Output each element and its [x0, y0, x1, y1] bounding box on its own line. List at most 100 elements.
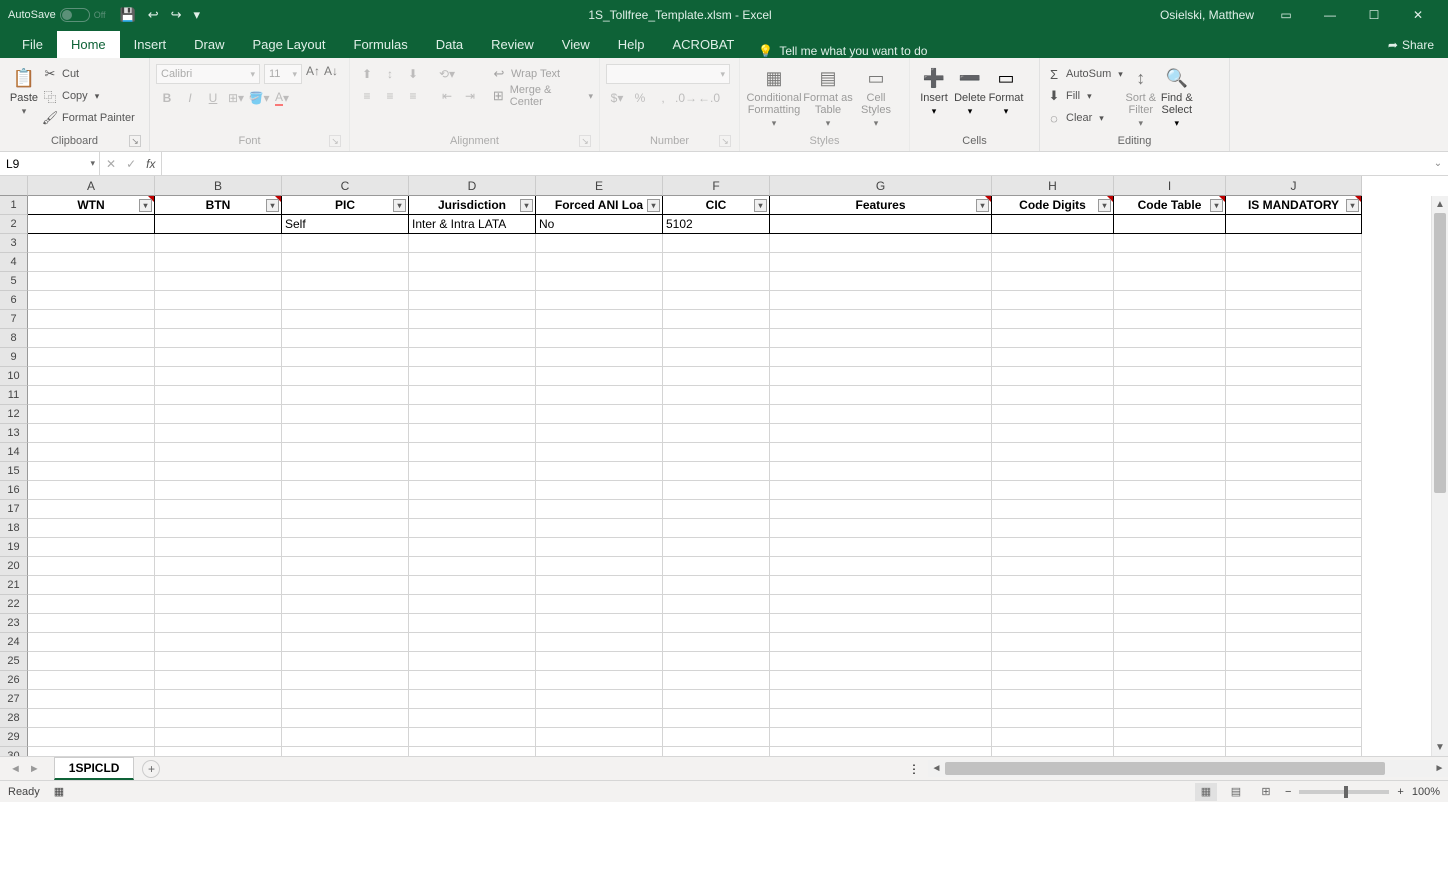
cell-F17[interactable] — [663, 500, 770, 519]
fill-button[interactable]: ⬇Fill▾ — [1046, 86, 1123, 106]
cell-J2[interactable] — [1226, 215, 1362, 234]
cell-I30[interactable] — [1114, 747, 1226, 756]
cell-E11[interactable] — [536, 386, 663, 405]
cell-C1[interactable]: PIC▾ — [282, 196, 409, 215]
cell-C17[interactable] — [282, 500, 409, 519]
cell-H7[interactable] — [992, 310, 1114, 329]
row-header-20[interactable]: 20 — [0, 557, 28, 576]
row-header-26[interactable]: 26 — [0, 671, 28, 690]
cell-B19[interactable] — [155, 538, 282, 557]
cell-I1[interactable]: Code Table▾ — [1114, 196, 1226, 215]
cell-B22[interactable] — [155, 595, 282, 614]
cell-B21[interactable] — [155, 576, 282, 595]
decrease-indent-icon[interactable]: ⇤ — [436, 86, 458, 106]
cell-I7[interactable] — [1114, 310, 1226, 329]
cell-G13[interactable] — [770, 424, 992, 443]
filter-B[interactable]: ▾ — [266, 199, 279, 212]
cell-H13[interactable] — [992, 424, 1114, 443]
row-header-24[interactable]: 24 — [0, 633, 28, 652]
cell-G19[interactable] — [770, 538, 992, 557]
cell-D16[interactable] — [409, 481, 536, 500]
cell-A21[interactable] — [28, 576, 155, 595]
find-select-button[interactable]: 🔍Find & Select▾ — [1159, 62, 1195, 135]
cell-H4[interactable] — [992, 253, 1114, 272]
underline-button[interactable]: U — [202, 88, 224, 108]
cell-J9[interactable] — [1226, 348, 1362, 367]
cell-E6[interactable] — [536, 291, 663, 310]
cell-E21[interactable] — [536, 576, 663, 595]
cell-D6[interactable] — [409, 291, 536, 310]
cell-J12[interactable] — [1226, 405, 1362, 424]
cell-I20[interactable] — [1114, 557, 1226, 576]
cell-F10[interactable] — [663, 367, 770, 386]
cell-D3[interactable] — [409, 234, 536, 253]
cell-E10[interactable] — [536, 367, 663, 386]
cell-F11[interactable] — [663, 386, 770, 405]
row-header-10[interactable]: 10 — [0, 367, 28, 386]
cell-I23[interactable] — [1114, 614, 1226, 633]
cell-D13[interactable] — [409, 424, 536, 443]
cell-D12[interactable] — [409, 405, 536, 424]
cell-J19[interactable] — [1226, 538, 1362, 557]
cell-D24[interactable] — [409, 633, 536, 652]
format-painter-button[interactable]: 🖌Format Painter — [42, 108, 135, 128]
cell-G28[interactable] — [770, 709, 992, 728]
cell-E30[interactable] — [536, 747, 663, 756]
row-header-30[interactable]: 30 — [0, 747, 28, 756]
cell-F12[interactable] — [663, 405, 770, 424]
font-name-select[interactable]: Calibri▾ — [156, 64, 260, 84]
cell-D26[interactable] — [409, 671, 536, 690]
cell-G4[interactable] — [770, 253, 992, 272]
autosum-button[interactable]: ΣAutoSum▾ — [1046, 64, 1123, 84]
cell-H27[interactable] — [992, 690, 1114, 709]
cell-A27[interactable] — [28, 690, 155, 709]
cell-J30[interactable] — [1226, 747, 1362, 756]
cell-E7[interactable] — [536, 310, 663, 329]
cell-A22[interactable] — [28, 595, 155, 614]
cell-B15[interactable] — [155, 462, 282, 481]
cell-I21[interactable] — [1114, 576, 1226, 595]
increase-font-icon[interactable]: A↑ — [306, 64, 320, 84]
cell-B26[interactable] — [155, 671, 282, 690]
cell-A19[interactable] — [28, 538, 155, 557]
row-header-1[interactable]: 1 — [0, 196, 28, 215]
cell-I18[interactable] — [1114, 519, 1226, 538]
cell-F20[interactable] — [663, 557, 770, 576]
namebox-dropdown-icon[interactable]: ▾ — [90, 158, 95, 169]
zoom-out-icon[interactable]: − — [1285, 786, 1291, 798]
align-top-icon[interactable]: ⬆ — [356, 64, 378, 84]
cell-C2[interactable]: Self — [282, 215, 409, 234]
cell-F19[interactable] — [663, 538, 770, 557]
cell-F3[interactable] — [663, 234, 770, 253]
cell-F15[interactable] — [663, 462, 770, 481]
cell-H11[interactable] — [992, 386, 1114, 405]
cell-B20[interactable] — [155, 557, 282, 576]
cell-F16[interactable] — [663, 481, 770, 500]
align-middle-icon[interactable]: ↕ — [379, 64, 401, 84]
h-scroll-track[interactable] — [945, 760, 1431, 777]
cell-G10[interactable] — [770, 367, 992, 386]
cell-E28[interactable] — [536, 709, 663, 728]
cell-C7[interactable] — [282, 310, 409, 329]
cell-B28[interactable] — [155, 709, 282, 728]
cell-F14[interactable] — [663, 443, 770, 462]
conditional-formatting-button[interactable]: ▦Conditional Formatting▾ — [746, 62, 802, 135]
cell-G9[interactable] — [770, 348, 992, 367]
cell-A17[interactable] — [28, 500, 155, 519]
scroll-left-icon[interactable]: ◄ — [928, 763, 945, 774]
cell-A11[interactable] — [28, 386, 155, 405]
increase-indent-icon[interactable]: ⇥ — [459, 86, 481, 106]
cell-G25[interactable] — [770, 652, 992, 671]
cell-J16[interactable] — [1226, 481, 1362, 500]
cell-E8[interactable] — [536, 329, 663, 348]
column-header-F[interactable]: F — [663, 176, 770, 196]
column-header-J[interactable]: J — [1226, 176, 1362, 196]
font-dialog-launcher[interactable]: ↘ — [329, 135, 341, 147]
cell-A8[interactable] — [28, 329, 155, 348]
cell-B12[interactable] — [155, 405, 282, 424]
cell-J20[interactable] — [1226, 557, 1362, 576]
cell-A9[interactable] — [28, 348, 155, 367]
tab-data[interactable]: Data — [422, 31, 477, 58]
cell-H20[interactable] — [992, 557, 1114, 576]
cell-B30[interactable] — [155, 747, 282, 756]
